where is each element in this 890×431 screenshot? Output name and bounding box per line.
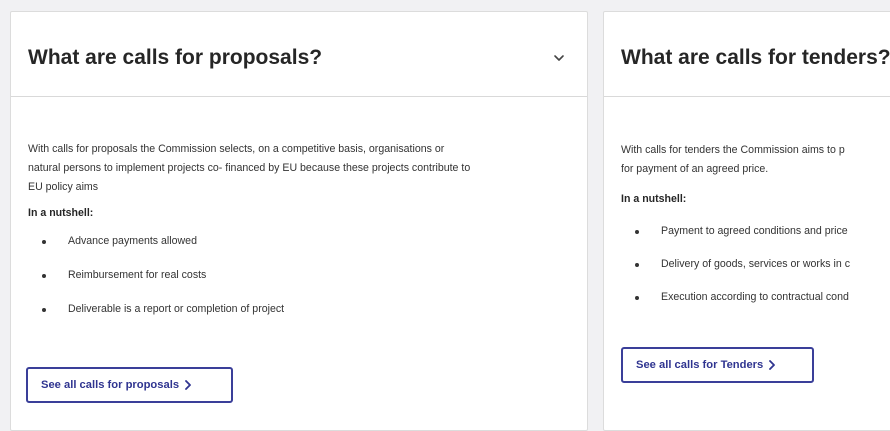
see-all-proposals-button[interactable]: See all calls for proposals [26, 367, 233, 403]
tenders-nutshell-label: In a nutshell: [621, 193, 687, 205]
tenders-title: What are calls for tenders? [621, 46, 890, 69]
tenders-card: What are calls for tenders? With calls f… [603, 11, 890, 431]
list-item-text: Reimbursement for real costs [68, 269, 207, 281]
list-item: Advance payments allowed [28, 233, 577, 250]
list-item: Delivery of goods, services or works in … [621, 256, 890, 273]
proposals-card-header[interactable]: What are calls for proposals? [11, 12, 587, 97]
proposals-card-body: With calls for proposals the Commission … [28, 140, 577, 335]
bullet-icon [635, 296, 639, 300]
chevron-right-icon [769, 360, 776, 370]
proposals-description: With calls for proposals the Commission … [28, 140, 577, 197]
list-item-text: Delivery of goods, services or works in … [661, 258, 850, 270]
proposals-card: What are calls for proposals? With calls… [10, 11, 588, 431]
proposals-list: Advance payments allowed Reimbursement f… [28, 233, 577, 318]
bullet-icon [42, 274, 46, 278]
list-item-text: Deliverable is a report or completion of… [68, 303, 285, 315]
list-item-text: Advance payments allowed [68, 235, 197, 247]
chevron-right-icon [185, 380, 191, 390]
list-item-text: Execution according to contractual cond [661, 291, 849, 303]
bullet-icon [635, 230, 639, 234]
bullet-icon [42, 308, 46, 312]
list-item: Payment to agreed conditions and price [621, 223, 890, 240]
see-all-tenders-button[interactable]: See all calls for Tenders [621, 347, 814, 383]
tenders-description-line-1: With calls for tenders the Commission ai… [621, 144, 845, 156]
bullet-icon [635, 263, 639, 267]
see-all-tenders-label: See all calls for Tenders [636, 359, 764, 371]
proposals-description-line-2: natural persons to implement projects co… [28, 162, 471, 174]
tenders-description: With calls for tenders the Commission ai… [621, 141, 890, 179]
list-item: Execution according to contractual cond [621, 289, 890, 306]
proposals-description-line-3: EU policy aims [28, 181, 99, 193]
tenders-card-header[interactable]: What are calls for tenders? [604, 12, 890, 97]
proposals-description-line-1: With calls for proposals the Commission … [28, 143, 445, 155]
tenders-description-line-2: for payment of an agreed price. [621, 163, 769, 175]
proposals-title: What are calls for proposals? [28, 46, 323, 69]
tenders-list: Payment to agreed conditions and price D… [621, 223, 890, 306]
proposals-nutshell-label: In a nutshell: [28, 207, 94, 219]
list-item: Reimbursement for real costs [28, 267, 577, 284]
tenders-card-body: With calls for tenders the Commission ai… [621, 141, 890, 322]
see-all-proposals-label: See all calls for proposals [41, 379, 180, 391]
list-item: Deliverable is a report or completion of… [28, 301, 577, 318]
bullet-icon [42, 240, 46, 244]
chevron-down-icon[interactable] [553, 52, 565, 64]
list-item-text: Payment to agreed conditions and price [661, 225, 848, 237]
